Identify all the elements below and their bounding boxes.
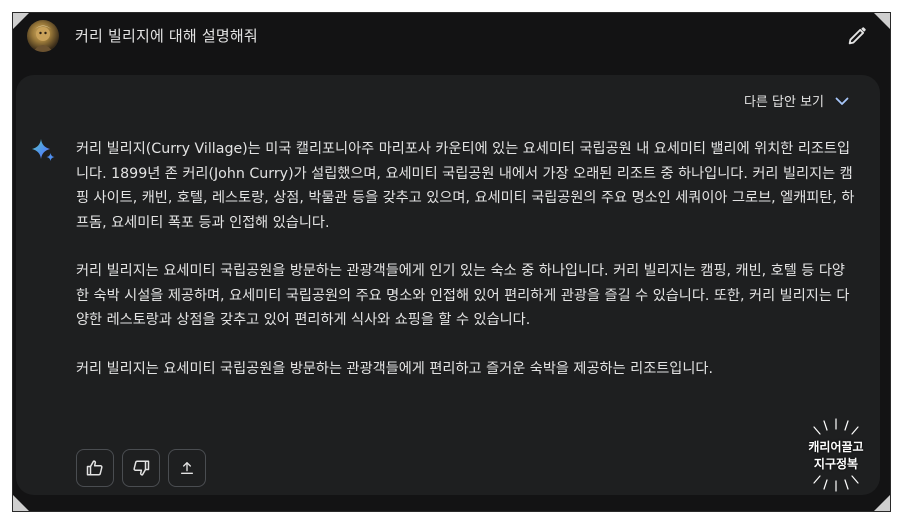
app-window: 커리 빌리지에 대해 설명해줘 다른 답안 보기 커리 빌리지(Curry Vi… [12, 12, 891, 512]
watermark-line: 지구정복 [813, 457, 859, 471]
response-card: 다른 답안 보기 커리 빌리지(Curry Village)는 미국 캘리포니아… [16, 75, 880, 495]
view-other-drafts-label: 다른 답안 보기 [743, 95, 824, 110]
user-avatar [27, 20, 59, 52]
thumbs-up-button[interactable] [76, 449, 114, 487]
frame-corner [13, 495, 29, 511]
thumbs-down-icon [133, 460, 150, 476]
response-paragraph: 커리 빌리지는 요세미티 국립공원을 방문하는 관광객들에게 인기 있는 숙소 … [76, 263, 850, 328]
frame-corner [13, 13, 29, 29]
pencil-icon [848, 27, 866, 45]
frame-corner [874, 495, 890, 511]
gemini-sparkle-icon [32, 139, 55, 161]
response-paragraph: 커리 빌리지는 요세미티 국립공원을 방문하는 관광객들에게 편리하고 즐거운 … [76, 360, 713, 377]
response-actions [76, 449, 206, 487]
share-button[interactable] [168, 449, 206, 487]
user-prompt-row: 커리 빌리지에 대해 설명해줘 [13, 13, 890, 61]
response-paragraph: 커리 빌리지(Curry Village)는 미국 캘리포니아주 마리포사 카운… [76, 141, 855, 231]
view-other-drafts-toggle[interactable]: 다른 답안 보기 [744, 91, 850, 110]
thumbs-up-icon [86, 460, 103, 476]
prompt-text: 커리 빌리지에 대해 설명해줘 [75, 27, 258, 45]
frame-corner [874, 13, 890, 29]
thumbs-down-button[interactable] [122, 449, 160, 487]
watermark-line: 캐리어끌고 [808, 440, 864, 454]
watermark-text: 캐리어끌고 지구정복 [796, 439, 876, 473]
edit-prompt-button[interactable] [844, 23, 870, 49]
response-text: 커리 빌리지(Curry Village)는 미국 캘리포니아주 마리포사 카운… [76, 137, 856, 405]
chevron-down-icon [835, 97, 849, 105]
watermark-logo: 캐리어끌고 지구정복 [796, 415, 876, 495]
share-icon [181, 462, 193, 474]
